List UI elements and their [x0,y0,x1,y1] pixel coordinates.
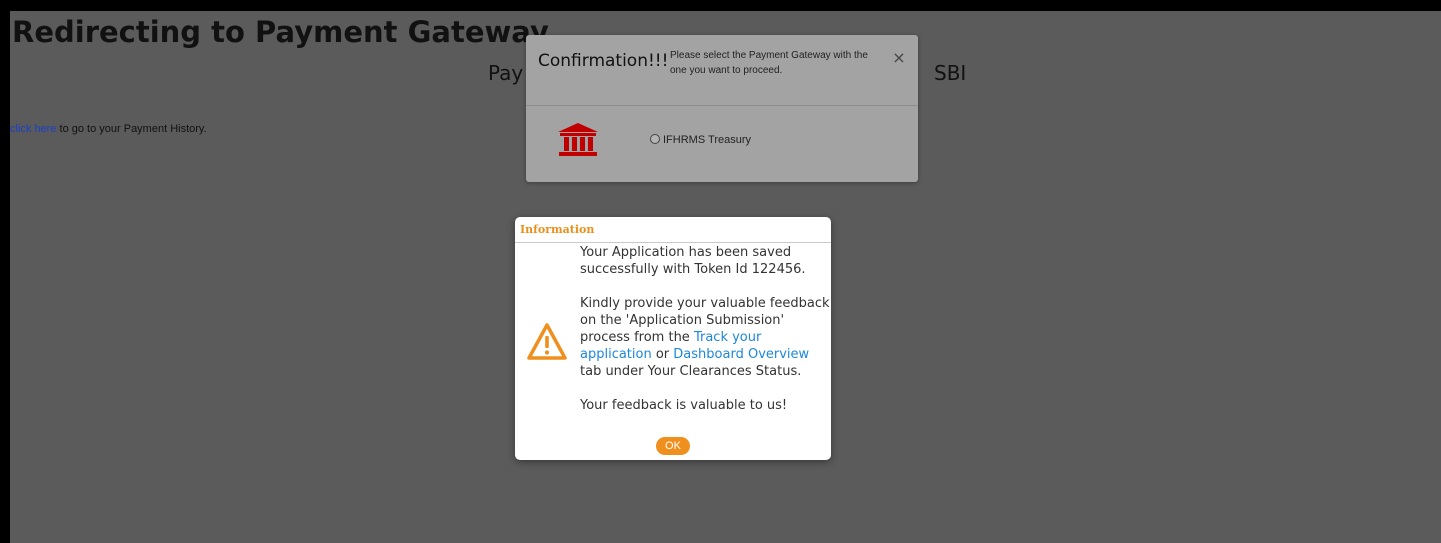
payment-history-text: to go to your Payment History. [56,123,207,135]
page-content: Redirecting to Payment Gateway... Pay SB… [10,11,1441,543]
confirmation-dialog: Confirmation!!! Please select the Paymen… [526,35,918,182]
information-header: Information [515,217,831,243]
information-body: Your Application has been saved successf… [580,244,830,414]
confirmation-message: Please select the Payment Gateway with t… [670,50,868,76]
feedback-message: Kindly provide your valuable feedback on… [580,295,830,380]
information-title: Information [520,223,595,236]
sub-heading-right: SBI [934,61,967,85]
radio-button[interactable] [650,134,660,144]
payment-history-link[interactable]: click here [10,123,56,135]
gateway-option-label: IFHRMS Treasury [663,134,752,146]
ok-button[interactable]: OK [656,437,690,455]
closing-message: Your feedback is valuable to us! [580,398,788,413]
saved-message: Your Application has been saved successf… [580,245,806,277]
gateway-option-ifhrms[interactable]: IFHRMS Treasury [650,134,751,146]
confirmation-title: Confirmation!!! [538,51,669,71]
feedback-text: tab under Your Clearances Status. [580,364,802,379]
warning-icon [527,323,567,360]
payment-history-line: click here to go to your Payment History… [10,123,207,135]
divider [526,105,918,106]
window-frame: Redirecting to Payment Gateway... Pay SB… [0,0,1441,543]
page-title: Redirecting to Payment Gateway... [12,15,580,49]
information-dialog: Information Your Application has been sa… [515,217,831,460]
dashboard-overview-link[interactable]: Dashboard Overview [673,347,809,362]
feedback-text: or [651,347,674,362]
bank-icon [558,123,598,156]
close-icon[interactable]: × [891,50,907,66]
sub-heading-left: Pay [488,61,524,85]
